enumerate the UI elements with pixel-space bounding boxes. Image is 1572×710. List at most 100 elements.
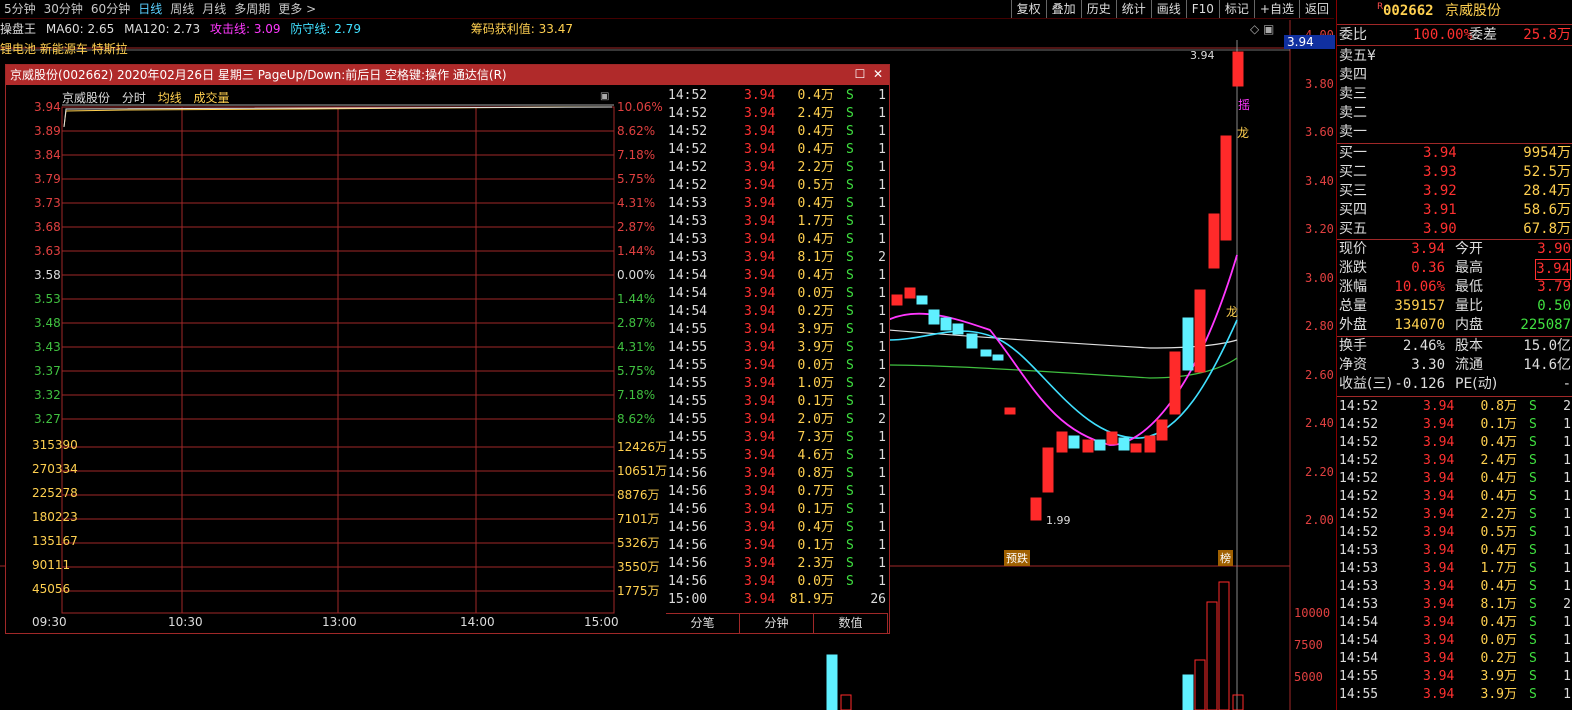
buy-row[interactable]: 买一 3.94 9954万 <box>1337 144 1572 163</box>
toolbar-button-6[interactable]: 标记 <box>1218 0 1254 18</box>
tick-count: 26 <box>870 592 886 607</box>
indicator-name[interactable]: 操盘王 <box>0 22 36 36</box>
candle-bar <box>1156 419 1168 441</box>
tick-count: 1 <box>878 484 886 499</box>
tick-time: 14:56 <box>668 556 708 571</box>
tick-count: 2 <box>878 250 886 265</box>
tick-count: 1 <box>878 214 886 229</box>
buy-row[interactable]: 买三 3.92 28.4万 <box>1337 182 1572 201</box>
qtick-price: 3.94 <box>1423 453 1455 468</box>
tick-tab-1[interactable]: 分钟 <box>740 614 814 633</box>
qtick-price: 3.94 <box>1423 669 1455 684</box>
tick-volume: 0.4万 <box>797 88 834 103</box>
period-tab-0[interactable]: 5分钟 <box>0 0 40 18</box>
intraday-vol-label: 135167 <box>32 534 78 548</box>
tick-volume: 3.9万 <box>797 322 834 337</box>
price-axis-label: 3.80 <box>1305 76 1334 91</box>
toolbar-button-2[interactable]: 历史 <box>1080 0 1116 18</box>
tick-time: 14:54 <box>668 286 708 301</box>
intraday-price-label: 3.48 <box>34 316 61 330</box>
qtick-volume: 8.1万 <box>1480 597 1517 612</box>
intraday-time-label: 13:00 <box>322 615 357 629</box>
tick-row: 14:56 3.94 0.7万 S 1 <box>666 483 888 501</box>
period-tab-6[interactable]: 多周期 <box>230 0 274 18</box>
intraday-volwan-label: 7101万 <box>617 512 660 526</box>
tick-tab-0[interactable]: 分笔 <box>666 614 740 633</box>
quote-tick-row: 14:55 3.94 3.9万 S 1 <box>1337 685 1572 704</box>
qtick-volume: 0.4万 <box>1480 615 1517 630</box>
sep <box>1337 45 1572 46</box>
qtick-time: 14:53 <box>1339 543 1379 558</box>
stat2-value: 3.30 <box>1411 357 1445 373</box>
tick-row: 14:55 3.94 3.9万 S 1 <box>666 321 888 339</box>
intraday-chart[interactable] <box>6 85 666 633</box>
period-tab-5[interactable]: 月线 <box>198 0 230 18</box>
tick-price: 3.94 <box>744 106 776 121</box>
qtick-side: S <box>1529 417 1537 432</box>
stat-value: 134070 <box>1394 317 1445 333</box>
stat2-label2: PE(动) <box>1455 376 1498 392</box>
tick-tabs: 分笔 分钟 数值 <box>666 613 888 633</box>
intraday-vol-label: 180223 <box>32 510 78 524</box>
toolbar-button-0[interactable]: 复权 <box>1010 0 1046 18</box>
tick-time: 14:55 <box>668 340 708 355</box>
toolbar-button-5[interactable]: F10 <box>1185 0 1219 18</box>
intraday-pct-label: 7.18% <box>617 148 656 162</box>
tick-time: 14:55 <box>668 376 708 391</box>
qtick-side: S <box>1529 561 1537 576</box>
stat-row2: 净资 3.30 流通 14.6亿 <box>1337 356 1572 375</box>
settings-icon[interactable]: ▣ <box>600 91 609 102</box>
qtick-time: 14:53 <box>1339 579 1379 594</box>
window-ctrl-icons[interactable]: ◇ ▣ <box>1250 22 1274 36</box>
period-tab-1[interactable]: 30分钟 <box>40 0 87 18</box>
close-icon[interactable]: ✕ <box>871 67 885 81</box>
stat2-value2: 15.0亿 <box>1523 338 1571 354</box>
quote-tick-row: 14:52 3.94 0.4万 S 1 <box>1337 487 1572 506</box>
buy-row[interactable]: 买二 3.93 52.5万 <box>1337 163 1572 182</box>
tick-price: 3.94 <box>744 196 776 211</box>
concept-tags[interactable]: 锂电池 新能源车 特斯拉 <box>0 40 128 57</box>
period-tab-4[interactable]: 周线 <box>166 0 198 18</box>
qtick-count: 1 <box>1563 615 1571 630</box>
tick-time: 14:53 <box>668 196 708 211</box>
qtick-count: 1 <box>1563 561 1571 576</box>
tick-side: S <box>846 304 854 319</box>
tick-price: 3.94 <box>744 88 776 103</box>
rank-tag: 榜 <box>1218 550 1233 566</box>
tick-volume: 0.2万 <box>797 304 834 319</box>
candle-bar <box>928 309 940 325</box>
qtick-volume: 3.9万 <box>1480 687 1517 702</box>
tick-time: 14:55 <box>668 358 708 373</box>
tick-count: 1 <box>878 286 886 301</box>
period-tab-7[interactable]: 更多 > <box>274 0 320 18</box>
qtick-volume: 0.4万 <box>1480 579 1517 594</box>
period-tab-3[interactable]: 日线 <box>134 0 166 18</box>
tick-tab-2[interactable]: 数值 <box>814 614 888 633</box>
price-axis-label: 3.00 <box>1305 270 1334 285</box>
popup-tick-list[interactable]: 14:52 3.94 0.4万 S 1 14:52 3.94 2.4万 S 1 14:52 3.94 0… <box>666 87 888 609</box>
toolbar-button-4[interactable]: 画线 <box>1150 0 1186 18</box>
buy-row[interactable]: 买五 3.90 67.8万 <box>1337 220 1572 239</box>
toolbar-button-1[interactable]: 叠加 <box>1045 0 1081 18</box>
tick-price: 3.94 <box>744 268 776 283</box>
stat2-value: 2.46% <box>1402 338 1445 354</box>
intraday-volwan-label: 8876万 <box>617 488 660 502</box>
qtick-price: 3.94 <box>1423 417 1455 432</box>
tick-volume: 0.1万 <box>797 502 834 517</box>
stat-value: 10.06% <box>1394 279 1445 295</box>
quote-tick-row: 14:53 3.94 0.4万 S 1 <box>1337 541 1572 560</box>
tick-count: 1 <box>878 178 886 193</box>
popup-titlebar[interactable]: 京威股份(002662) 2020年02月26日 星期三 PageUp/Down… <box>6 65 889 85</box>
candle-bar <box>952 323 964 335</box>
buy-row[interactable]: 买四 3.91 58.6万 <box>1337 201 1572 220</box>
toolbar-button-8[interactable]: 返回 <box>1298 0 1334 18</box>
tick-row: 14:52 3.94 2.2万 S 1 <box>666 159 888 177</box>
toolbar-button-7[interactable]: +自选 <box>1253 0 1299 18</box>
indicator-legend: 操盘王 MA60: 2.65 MA120: 2.73 攻击线: 3.09 防守线… <box>0 20 579 36</box>
quote-tick-row: 14:52 3.94 0.1万 S 1 <box>1337 415 1572 434</box>
stat-value: 359157 <box>1394 298 1445 314</box>
period-tab-2[interactable]: 60分钟 <box>87 0 134 18</box>
maximize-icon[interactable]: ☐ <box>853 67 867 81</box>
toolbar-button-3[interactable]: 统计 <box>1115 0 1151 18</box>
tick-side: S <box>846 502 854 517</box>
